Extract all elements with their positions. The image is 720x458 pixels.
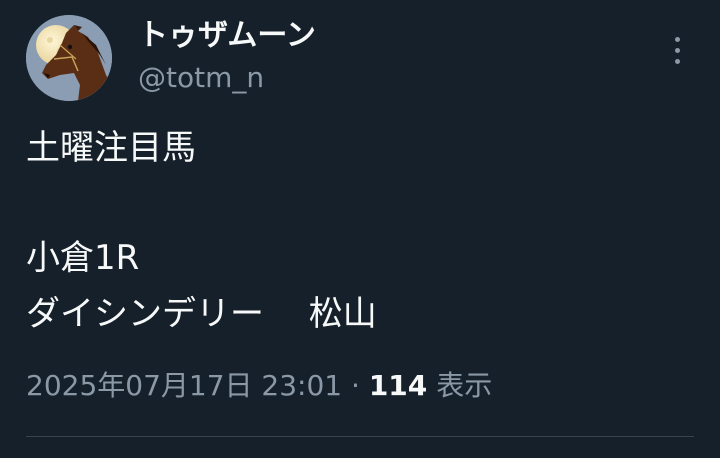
tweet-text-line: 小倉1R [26,238,140,278]
horse-moon-avatar-icon [26,15,112,101]
meta-separator: · [351,369,360,402]
more-dot [674,36,680,42]
view-label: 表示 [436,369,493,402]
tweet-meta: 2025年07月17日 23:01 · 114 表示 [26,366,492,406]
avatar[interactable] [26,15,112,101]
tweet-text-line: ダイシンデリー 松山 [26,294,377,334]
tweet: トゥザムーン @totm_n 土曜注目馬 小倉1R ダイシンデリー 松山 202… [0,0,720,458]
view-count: 114 [368,369,428,402]
more-vertical-icon[interactable] [660,30,694,70]
tweet-text-line: 土曜注目馬 [26,128,196,168]
author-handle[interactable]: @totm_n [138,60,264,96]
tweet-timestamp[interactable]: 2025年07月17日 23:01 [26,369,342,402]
more-dot [674,58,680,64]
author-display-name[interactable]: トゥザムーン [138,16,316,56]
more-dot [674,47,680,53]
divider [26,436,694,437]
